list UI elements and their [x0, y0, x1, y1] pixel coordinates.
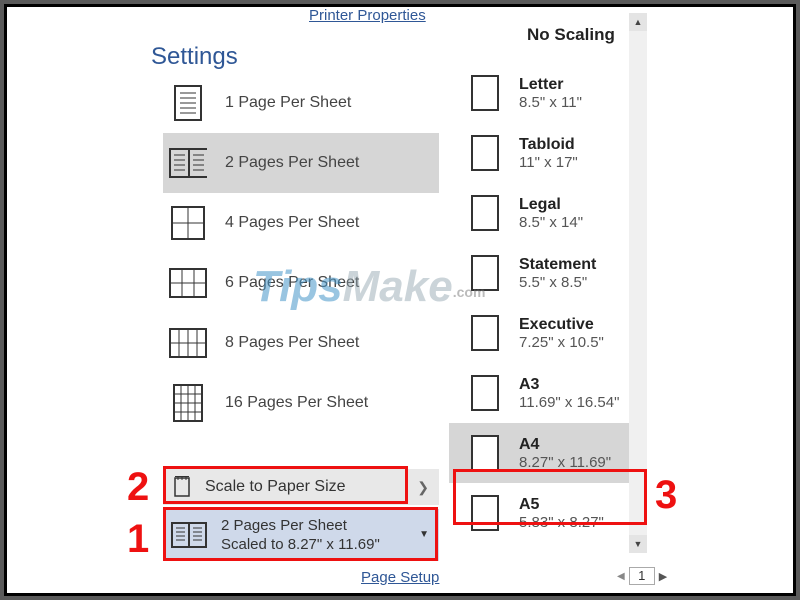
- two-page-icon: [171, 522, 207, 548]
- pages-item-label: 1 Page Per Sheet: [225, 94, 351, 112]
- paper-item-a3[interactable]: A311.69" x 16.54": [449, 363, 647, 423]
- paper-icon: [471, 495, 499, 531]
- pages-item-1[interactable]: 1 Page Per Sheet: [163, 73, 439, 133]
- pages-item-2[interactable]: 2 Pages Per Sheet: [163, 133, 439, 193]
- paper-icon: [471, 435, 499, 471]
- current-line2: Scaled to 8.27" x 11.69": [221, 535, 380, 555]
- four-page-icon: [169, 204, 207, 242]
- paper-menu-scrollbar[interactable]: ▲ ▼: [629, 13, 647, 553]
- one-page-icon: [169, 84, 207, 122]
- paper-item-statement[interactable]: Statement5.5" x 8.5": [449, 243, 647, 303]
- paper-item-executive[interactable]: Executive7.25" x 10.5": [449, 303, 647, 363]
- pages-item-label: 2 Pages Per Sheet: [225, 154, 359, 172]
- page-navigator: ◀ 1 ▶: [617, 565, 677, 587]
- page-number-input[interactable]: 1: [629, 567, 655, 585]
- chevron-right-icon: ❯: [417, 479, 429, 496]
- prev-page-icon[interactable]: ◀: [617, 571, 625, 582]
- pages-item-16[interactable]: 16 Pages Per Sheet: [163, 373, 439, 433]
- six-page-icon: [169, 264, 207, 302]
- pages-item-label: 6 Pages Per Sheet: [225, 274, 359, 292]
- paper-item-tabloid[interactable]: Tabloid11" x 17": [449, 123, 647, 183]
- pages-item-label: 4 Pages Per Sheet: [225, 214, 359, 232]
- settings-heading: Settings: [151, 43, 238, 71]
- pages-per-sheet-dropdown[interactable]: 2 Pages Per Sheet Scaled to 8.27" x 11.6…: [163, 509, 439, 561]
- scale-ruler-icon: [173, 476, 191, 498]
- paper-item-legal[interactable]: Legal8.5" x 14": [449, 183, 647, 243]
- paper-icon: [471, 375, 499, 411]
- pages-item-6[interactable]: 6 Pages Per Sheet: [163, 253, 439, 313]
- annotation-number-3: 3: [655, 473, 677, 518]
- pages-item-label: 16 Pages Per Sheet: [225, 394, 368, 412]
- scale-to-paper-size-item[interactable]: Scale to Paper Size ❯: [163, 469, 439, 505]
- paper-icon: [471, 195, 499, 231]
- scroll-down-icon[interactable]: ▼: [629, 535, 647, 553]
- sixteen-page-icon: [169, 384, 207, 422]
- pages-per-sheet-menu: 1 Page Per Sheet 2 Pages Per Sheet 4 Pag…: [163, 73, 439, 433]
- printer-properties-link[interactable]: Printer Properties: [309, 7, 426, 24]
- no-scaling-heading[interactable]: No Scaling: [449, 13, 647, 63]
- paper-icon: [471, 75, 499, 111]
- eight-page-icon: [169, 324, 207, 362]
- scale-to-paper-label: Scale to Paper Size: [205, 478, 417, 496]
- paper-icon: [471, 255, 499, 291]
- dropdown-caret-icon: ▼: [419, 529, 429, 540]
- paper-item-letter[interactable]: Letter8.5" x 11": [449, 63, 647, 123]
- current-line1: 2 Pages Per Sheet: [221, 516, 380, 536]
- paper-size-menu: No Scaling Letter8.5" x 11" Tabloid11" x…: [449, 13, 647, 543]
- pages-item-label: 8 Pages Per Sheet: [225, 334, 359, 352]
- page-setup-link[interactable]: Page Setup: [361, 569, 439, 586]
- pages-item-4[interactable]: 4 Pages Per Sheet: [163, 193, 439, 253]
- two-page-icon: [169, 144, 207, 182]
- annotation-number-2: 2: [127, 465, 149, 510]
- paper-item-a5[interactable]: A55.83" x 8.27": [449, 483, 647, 543]
- paper-icon: [471, 315, 499, 351]
- next-page-icon[interactable]: ▶: [659, 570, 667, 583]
- annotation-number-1: 1: [127, 517, 149, 562]
- scroll-up-icon[interactable]: ▲: [629, 13, 647, 31]
- pages-item-8[interactable]: 8 Pages Per Sheet: [163, 313, 439, 373]
- paper-item-a4[interactable]: A48.27" x 11.69": [449, 423, 647, 483]
- paper-icon: [471, 135, 499, 171]
